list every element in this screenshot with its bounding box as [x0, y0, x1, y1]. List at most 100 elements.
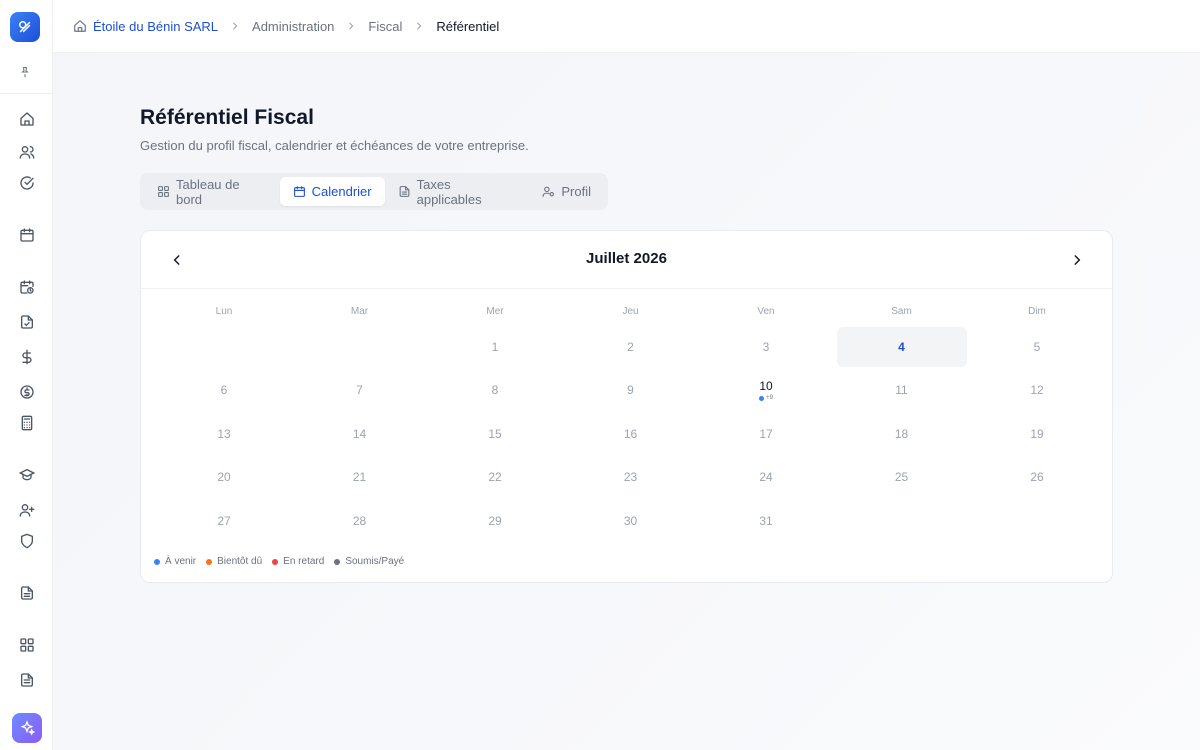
legend-label: À venir [165, 556, 197, 567]
day-number: 26 [1030, 470, 1044, 485]
day-number: 23 [623, 470, 638, 485]
calendar-day[interactable]: 13 [159, 414, 289, 454]
file-check-icon[interactable] [17, 312, 37, 332]
calendar-day[interactable]: 4 [836, 327, 967, 367]
user-settings-icon [542, 185, 555, 198]
tab-dashboard[interactable]: Tableau de bord [144, 176, 280, 207]
graduation-cap-icon[interactable] [17, 465, 37, 485]
calendar-day[interactable]: 31 [701, 501, 831, 541]
calendar-day[interactable]: 26 [972, 458, 1102, 498]
calendar-day[interactable]: 22 [430, 458, 560, 498]
calendar-day[interactable]: 1 [430, 327, 560, 367]
weekday-label: Ven [757, 306, 775, 317]
calendar-day[interactable]: 7 [295, 371, 425, 411]
weekday-row: Lun Mar Mer Jeu Ven Sam Dim [159, 301, 1108, 323]
home-icon [73, 19, 87, 33]
day-number: 12 [1030, 383, 1044, 398]
file-text-icon[interactable] [17, 583, 37, 603]
breadcrumb-fiscal[interactable]: Fiscal [368, 19, 402, 34]
calendar-day[interactable]: 14 [295, 414, 425, 454]
pin-icon[interactable] [19, 65, 35, 81]
sidebar [0, 0, 53, 750]
calendar-card: Juillet 2026 Lun Mar Mer Jeu Ven Sam Dim… [140, 230, 1113, 583]
tab-label: Calendrier [311, 184, 372, 199]
day-number: 19 [1030, 426, 1044, 441]
shield-icon[interactable] [17, 531, 37, 551]
day-number: 31 [759, 513, 773, 528]
tab-profile[interactable]: Profil [529, 177, 604, 206]
day-number: 11 [895, 383, 908, 398]
user-plus-icon[interactable] [17, 500, 37, 520]
home-icon[interactable] [17, 109, 37, 129]
weekday-label: Jeu [622, 306, 639, 317]
day-number: 6 [220, 383, 228, 398]
dashboard-icon[interactable] [17, 635, 37, 655]
ai-assistant-button[interactable] [12, 713, 42, 743]
calendar-day[interactable]: 30 [566, 501, 696, 541]
day-number: 9 [627, 383, 634, 398]
legend-label: En retard [283, 556, 325, 567]
tab-label: Tableau de bord [176, 176, 240, 207]
page-title: Référentiel Fiscal [140, 106, 314, 129]
legend-item: En retard [272, 556, 324, 567]
day-number: 27 [217, 513, 231, 528]
calendar-day[interactable]: 27 [159, 501, 289, 541]
coin-icon[interactable] [17, 382, 37, 402]
calendar-day[interactable]: 10 +9 [701, 371, 831, 411]
next-month-button[interactable] [1067, 250, 1087, 270]
breadcrumb-administration[interactable]: Administration [252, 19, 334, 34]
calculator-icon[interactable] [17, 413, 37, 433]
legend-dot [206, 558, 213, 565]
calendar-day[interactable]: 9 [566, 371, 696, 411]
day-number: 1 [491, 339, 499, 354]
calendar-day[interactable]: 19 [972, 414, 1102, 454]
calendar-icon[interactable] [17, 225, 37, 245]
check-circle-icon[interactable] [17, 173, 37, 193]
calendar-day[interactable]: 15 [430, 414, 560, 454]
calendar-day[interactable]: 11 [837, 371, 967, 411]
calendar-day[interactable]: 18 [837, 414, 967, 454]
calendar-day[interactable]: 12 [972, 371, 1102, 411]
calendar-day[interactable]: 3 [701, 327, 831, 367]
calendar-weeks: 1 2 3 4 5 6 7 8 9 10 +9 11 12 13 14 15 16 17 18 19 20 21 22 23 2… [159, 327, 1108, 541]
tab-calendar[interactable]: Calendrier [279, 177, 385, 206]
calendar-day[interactable]: 25 [837, 458, 967, 498]
sidebar-divider [0, 93, 53, 94]
calendar-day[interactable]: 23 [566, 458, 696, 498]
calendar-clock-icon[interactable] [17, 277, 37, 297]
legend-item: Bientôt dû [206, 556, 262, 567]
weekday-label: Mer [486, 306, 504, 317]
breadcrumb-company[interactable]: Étoile du Bénin SARL [73, 19, 218, 34]
calendar-week-row: 1 2 3 4 5 [159, 327, 1108, 367]
day-number: 13 [217, 426, 231, 441]
calendar-day[interactable]: 28 [295, 501, 425, 541]
tab-bar: Tableau de bord Calendrier Taxes applica… [140, 173, 608, 210]
calendar-day[interactable]: 29 [430, 501, 560, 541]
day-number: 17 [759, 426, 773, 441]
dollar-icon[interactable] [17, 347, 37, 367]
tab-taxes[interactable]: Taxes applicables [385, 176, 530, 207]
day-number: 18 [894, 426, 909, 441]
calendar-day[interactable]: 2 [566, 327, 696, 367]
calendar-day[interactable]: 17 [701, 414, 831, 454]
tab-label: Taxes applicables [416, 176, 482, 207]
calendar-day[interactable]: 21 [295, 458, 425, 498]
calendar-day[interactable]: 8 [430, 371, 560, 411]
calendar-day[interactable]: 6 [159, 371, 289, 411]
chevron-right-icon [346, 21, 356, 31]
app-logo[interactable] [10, 12, 40, 42]
weekday-label: Lun [215, 306, 233, 317]
file-list-icon[interactable] [17, 670, 37, 690]
calendar-empty-cell [159, 327, 289, 367]
calendar-day[interactable]: 5 [972, 327, 1102, 367]
day-number: 15 [488, 426, 502, 441]
users-icon[interactable] [17, 142, 37, 162]
calendar-day[interactable]: 24 [701, 458, 831, 498]
day-number: 22 [488, 470, 502, 485]
calendar-day[interactable]: 20 [159, 458, 289, 498]
day-number: 25 [894, 470, 909, 485]
calendar-day[interactable]: 16 [566, 414, 696, 454]
calendar-empty-cell [972, 501, 1102, 541]
calendar-week-row: 27 28 29 30 31 [159, 501, 1108, 541]
legend-label: Bientôt dû [217, 556, 263, 567]
